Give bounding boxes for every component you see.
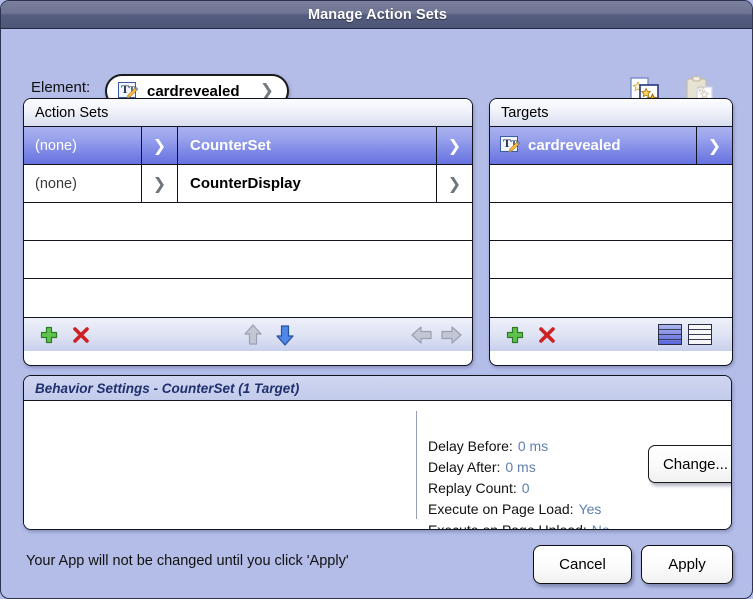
setting-replay-count: Replay Count: 0 — [428, 479, 610, 497]
action-set-name: CounterSet — [190, 137, 271, 154]
manage-action-sets-dialog: Manage Action Sets Element: TT cardrevea… — [0, 0, 753, 599]
list-view-icon — [688, 324, 712, 345]
move-left-button[interactable] — [409, 322, 435, 348]
setting-label: Delay Before: — [428, 438, 513, 454]
setting-execute-on-page-load: Execute on Page Load: Yes — [428, 500, 610, 518]
setting-label: Delay After: — [428, 459, 501, 475]
settings-list: Delay Before: 0 ms Delay After: 0 ms Repla… — [428, 437, 610, 530]
targets-title: Targets — [501, 104, 549, 121]
pencil-icon — [508, 140, 521, 153]
change-button[interactable]: Change... — [648, 445, 731, 483]
delete-action-set-button[interactable] — [68, 322, 94, 348]
action-sets-list: (none) ❯ CounterSet ❯ (none) ❯ CounterDi… — [24, 127, 472, 317]
chevron-right-icon: ❯ — [259, 80, 274, 101]
behavior-settings-body: Delay Before: 0 ms Delay After: 0 ms Repla… — [24, 401, 731, 529]
setting-execute-on-page-unload: Execute on Page Unload: No — [428, 521, 610, 530]
setting-value: No — [591, 522, 610, 530]
table-row[interactable] — [24, 203, 472, 241]
element-selector-row: Element: TT cardrevealed ❯ — [1, 28, 752, 108]
delete-target-button[interactable] — [534, 322, 560, 348]
setting-delay-after: Delay After: 0 ms — [428, 458, 610, 476]
detail-view-toggle-button[interactable] — [658, 324, 682, 345]
chevron-right-icon[interactable]: ❯ — [436, 165, 472, 202]
apply-button[interactable]: Apply — [641, 545, 733, 584]
action-sets-toolbar — [24, 317, 472, 351]
footer-note: Your App will not be changed until you c… — [26, 553, 349, 569]
list-item[interactable] — [490, 165, 732, 203]
setting-label: Execute on Page Load: — [428, 501, 574, 517]
action-sets-title: Action Sets — [35, 104, 109, 121]
chevron-right-icon[interactable]: ❯ — [141, 127, 178, 164]
list-item[interactable]: TT cardrevealed ❯ — [490, 127, 732, 165]
chevron-right-icon[interactable]: ❯ — [696, 127, 732, 164]
target-name-cell: TT cardrevealed — [490, 127, 696, 164]
table-row[interactable]: (none) ❯ CounterSet ❯ — [24, 127, 472, 165]
targets-header: Targets — [490, 99, 732, 127]
table-row[interactable] — [24, 279, 472, 317]
window-title: Manage Action Sets — [307, 6, 448, 23]
settings-divider — [416, 411, 417, 519]
setting-label: Replay Count: — [428, 480, 517, 496]
text-element-icon: TT — [500, 136, 521, 155]
setting-value: 0 ms — [505, 459, 536, 475]
chevron-right-icon[interactable]: ❯ — [436, 127, 472, 164]
detail-view-icon — [658, 324, 682, 345]
action-set-event: (none) — [35, 137, 77, 154]
setting-delay-before: Delay Before: 0 ms — [428, 437, 610, 455]
targets-toolbar — [490, 317, 732, 351]
action-sets-panel: Action Sets (none) ❯ CounterSet ❯ (none)… — [23, 98, 473, 366]
element-label: Element: — [31, 79, 91, 96]
chevron-right-icon[interactable]: ❯ — [141, 165, 178, 202]
setting-label: Execute on Page Unload: — [428, 522, 587, 530]
targets-panel: Targets TT cardrevealed ❯ — [489, 98, 733, 366]
move-down-button[interactable] — [272, 322, 298, 348]
setting-value: 0 — [521, 480, 530, 496]
behavior-settings-header: Behavior Settings - CounterSet (1 Target… — [24, 376, 731, 401]
target-name: cardrevealed — [528, 137, 621, 154]
move-right-button[interactable] — [438, 322, 464, 348]
setting-value: 0 ms — [517, 438, 549, 454]
title-bar: Manage Action Sets — [1, 1, 752, 29]
action-sets-header: Action Sets — [24, 99, 472, 127]
move-up-button[interactable] — [240, 322, 266, 348]
targets-list: TT cardrevealed ❯ — [490, 127, 732, 317]
list-item[interactable] — [490, 241, 732, 279]
element-name: cardrevealed — [147, 82, 240, 100]
add-action-set-button[interactable] — [36, 322, 62, 348]
behavior-settings-title: Behavior Settings - CounterSet (1 Target… — [35, 380, 300, 396]
setting-value: Yes — [578, 501, 602, 517]
table-row[interactable] — [24, 241, 472, 279]
cancel-button[interactable]: Cancel — [533, 545, 632, 584]
list-item[interactable] — [490, 279, 732, 317]
action-set-name: CounterDisplay — [190, 175, 301, 192]
table-row[interactable]: (none) ❯ CounterDisplay ❯ — [24, 165, 472, 203]
list-view-toggle-button[interactable] — [688, 324, 712, 345]
list-item[interactable] — [490, 203, 732, 241]
behavior-settings-panel: Behavior Settings - CounterSet (1 Target… — [23, 375, 732, 530]
add-target-button[interactable] — [502, 322, 528, 348]
action-set-event: (none) — [35, 175, 77, 192]
